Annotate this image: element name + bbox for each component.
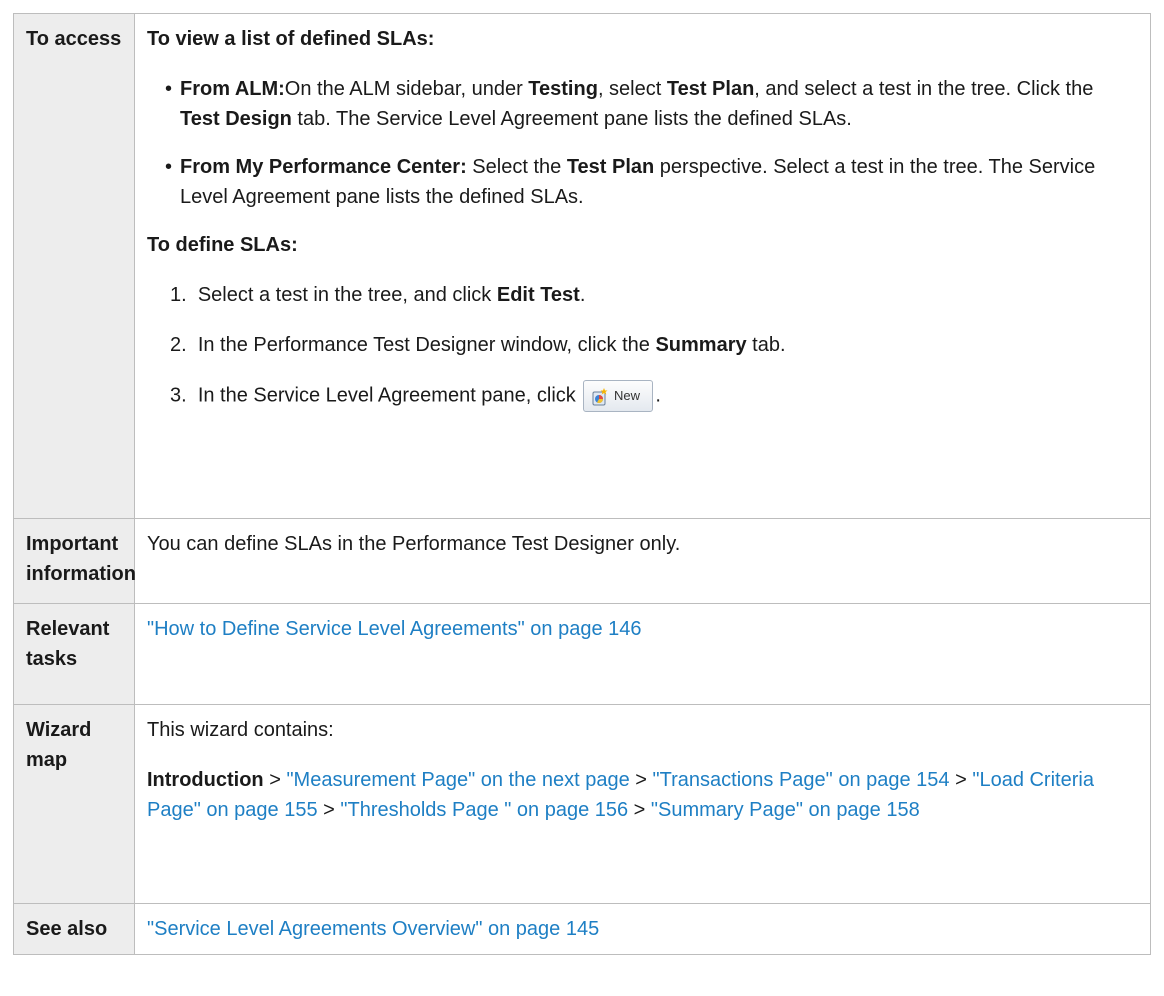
access-bullet-alm: • From ALM:On the ALM sidebar, under Test… [165, 74, 1138, 134]
view-slas-heading: To view a list of defined SLAs: [147, 28, 435, 50]
row-label-to-access: To access [13, 13, 135, 519]
step-text: In the Performance Test Designer window,… [197, 334, 656, 356]
step-text: In the Service Level Agreement pane, cli… [197, 384, 582, 407]
row-content-to-access: To view a list of defined SLAs: • From AL… [134, 13, 1151, 519]
row-label-important-information: Important information [13, 518, 136, 604]
new-sla-icon [592, 387, 608, 406]
link-measurement-page[interactable]: "Measurement Page" on the next page [286, 769, 629, 791]
wizard-separator: > [628, 799, 651, 821]
bullet-text: Select the [466, 156, 567, 178]
row-important-information: Important information You can define SLA… [13, 518, 1151, 604]
link-sla-overview[interactable]: "Service Level Agreements Overview" on p… [147, 918, 599, 940]
row-label-see-also: See also [13, 903, 135, 955]
wizard-separator: > [317, 799, 341, 821]
step-text: Select a test in the tree, and click [197, 284, 497, 306]
step-text: . [655, 384, 661, 407]
link-thresholds-page[interactable]: "Thresholds Page " on page 156 [340, 799, 628, 821]
link-transactions-page[interactable]: "Transactions Page" on page 154 [653, 769, 950, 791]
new-button-label: New [613, 388, 640, 403]
bullet-text: , and select a test in the tree. Click t… [754, 78, 1094, 100]
bullet-dot-icon: • [165, 78, 173, 100]
wizard-map-sequence: Introduction > "Measurement Page" on the… [147, 765, 1138, 825]
reference-table: To access To view a list of defined SLAs… [13, 13, 1151, 955]
row-to-access: To access To view a list of defined SLAs… [13, 13, 1151, 519]
wizard-intro: This wizard contains: [147, 719, 334, 741]
define-slas-heading: To define SLAs: [147, 234, 298, 256]
step-text: . [579, 284, 586, 306]
wizard-separator: > [263, 769, 287, 791]
bullet-text: tab. The Service Level Agreement pane li… [291, 108, 852, 130]
bullet-term: Testing [528, 78, 598, 100]
bullet-dot-icon: • [165, 156, 173, 178]
bullet-term: Test Plan [666, 78, 755, 100]
row-relevant-tasks: Relevant tasks "How to Define Service Le… [13, 603, 1151, 705]
step-1: 1. Select a test in the tree, and click … [170, 280, 1138, 310]
important-information-text: You can define SLAs in the Performance T… [134, 518, 1151, 604]
bullet-term: Test Plan [566, 156, 655, 178]
new-sla-button[interactable]: New [583, 380, 654, 412]
step-2: 2. In the Performance Test Designer wind… [170, 330, 1138, 360]
row-content-see-also: "Service Level Agreements Overview" on p… [134, 903, 1151, 955]
row-see-also: See also "Service Level Agreements Overv… [13, 903, 1151, 955]
step-term: Edit Test [496, 284, 580, 306]
row-content-wizard-map: This wizard contains: Introduction > "Me… [134, 704, 1151, 904]
step-text: tab. [746, 334, 786, 356]
wizard-separator: > [949, 769, 973, 791]
step-number: 3. [170, 384, 187, 407]
step-3: 3. In the Service Level Agreement pane, … [170, 380, 1138, 412]
bullet-lead: From ALM: [180, 78, 285, 100]
access-bullet-mypc: • From My Performance Center: Select the … [165, 152, 1138, 212]
row-content-relevant-tasks: "How to Define Service Level Agreements"… [134, 603, 1151, 705]
define-steps-list: 1. Select a test in the tree, and click … [147, 280, 1138, 412]
link-define-sla-task[interactable]: "How to Define Service Level Agreements"… [147, 618, 642, 640]
bullet-lead: From My Performance Center: [180, 156, 467, 178]
bullet-text: On the ALM sidebar, under [284, 78, 529, 100]
wizard-step-introduction: Introduction [147, 769, 264, 791]
link-summary-page[interactable]: "Summary Page" on page 158 [651, 799, 920, 821]
step-number: 2. [170, 334, 187, 356]
access-bullet-list: • From ALM:On the ALM sidebar, under Test… [147, 74, 1138, 212]
row-wizard-map: Wizard map This wizard contains: Introdu… [13, 704, 1151, 904]
bullet-term: Test Design [180, 108, 292, 130]
row-label-relevant-tasks: Relevant tasks [13, 603, 135, 705]
wizard-separator: > [629, 769, 653, 791]
row-label-wizard-map: Wizard map [13, 704, 135, 904]
bullet-text: , select [597, 78, 667, 100]
step-term: Summary [655, 334, 747, 356]
step-number: 1. [170, 284, 187, 306]
